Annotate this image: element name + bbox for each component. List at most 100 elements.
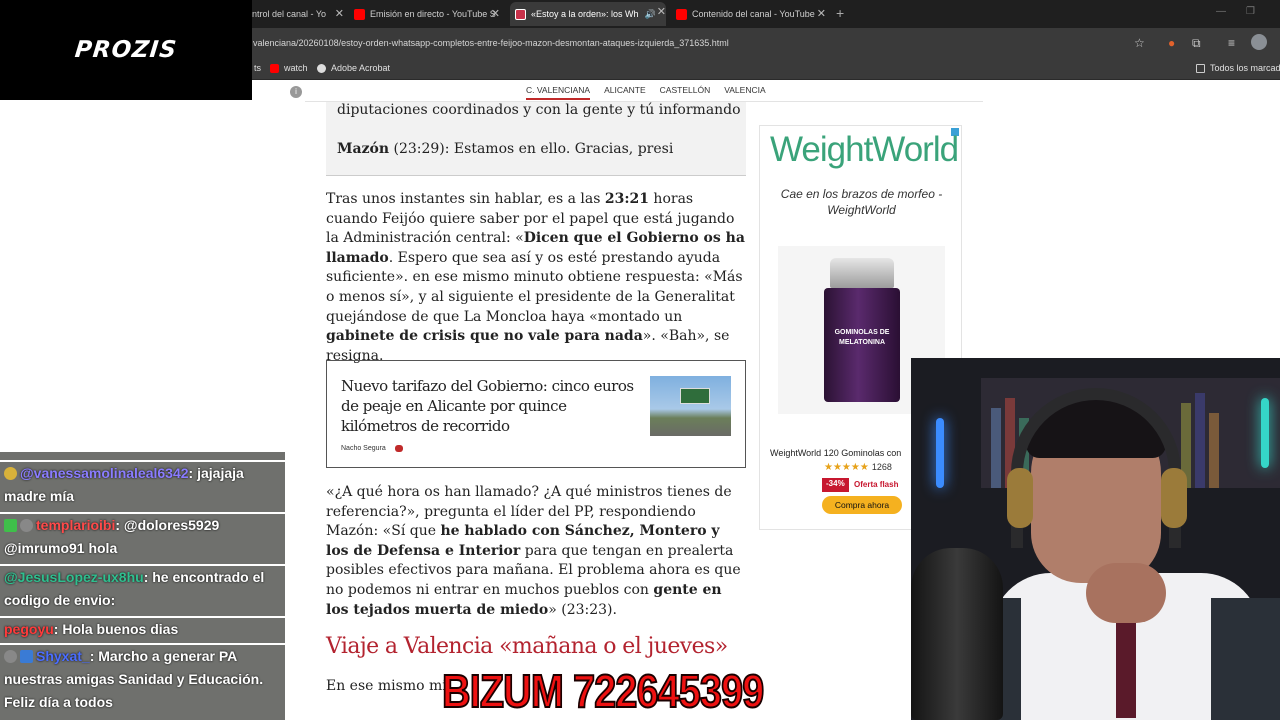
bookmark-watch[interactable]: watch bbox=[270, 63, 308, 73]
bookmark-label: Adobe Acrobat bbox=[331, 63, 391, 73]
tab-live-stream[interactable]: Emisión en directo - YouTube S ✕ bbox=[354, 4, 500, 24]
jar-body: GOMINOLAS DE MELATONINA bbox=[824, 288, 900, 402]
nav-c-valenciana[interactable]: C. VALENCIANA bbox=[526, 85, 591, 100]
member-badge-icon bbox=[4, 467, 17, 480]
discount-badge: -34% bbox=[822, 478, 849, 492]
ad-tagline: Cae en los brazos de morfeo - WeightWorl… bbox=[780, 187, 943, 217]
tab-title: Contenido del canal - YouTube bbox=[692, 9, 815, 19]
folder-icon bbox=[1196, 63, 1205, 73]
jar-label: GOMINOLAS DE MELATONINA bbox=[834, 329, 890, 346]
moderator-badge-icon bbox=[4, 519, 17, 532]
headphones bbox=[1011, 388, 1181, 548]
chat-username[interactable]: @JesusLopez-ux8hu bbox=[4, 569, 144, 585]
bookmark-star-icon[interactable]: ☆ bbox=[1134, 36, 1145, 50]
quote-box: diputaciones coordinados y con la gente … bbox=[326, 102, 746, 176]
speaker-icon[interactable]: 🔊 bbox=[645, 9, 656, 20]
tab-channel-control[interactable]: ntrol del canal - Yo ✕ bbox=[252, 4, 344, 24]
youtube-icon bbox=[354, 8, 365, 20]
screen: ntrol del canal - Yo ✕ Emisión en direct… bbox=[0, 0, 1280, 720]
chat-username[interactable]: @vanessamolinaleal6342 bbox=[20, 465, 189, 481]
rating-count: 1268 bbox=[871, 462, 892, 472]
quote-text: (23:29): Estamos en ello. Gracias, presi bbox=[389, 141, 674, 157]
ad-product-name: WeightWorld 120 Gominolas con bbox=[770, 448, 902, 458]
youtube-icon bbox=[270, 63, 279, 73]
book bbox=[991, 408, 1001, 488]
headphone-cup bbox=[1161, 468, 1187, 528]
ad-brand-logo: WeightWorld bbox=[770, 130, 959, 169]
sponsor-logo-box: PROZIS bbox=[0, 0, 252, 100]
nav-castellon[interactable]: CASTELLÓN bbox=[660, 85, 711, 100]
all-bookmarks[interactable]: Todos los marcado bbox=[1196, 63, 1280, 73]
extensions-puzzle-icon[interactable]: ⧉ bbox=[1192, 36, 1201, 51]
member-badge-icon bbox=[4, 650, 17, 663]
media-controls-icon[interactable]: ≡ bbox=[1228, 36, 1235, 50]
bookmark-label: Todos los marcado bbox=[1210, 63, 1280, 73]
close-icon[interactable]: ✕ bbox=[335, 7, 344, 20]
sponsor-logo: PROZIS bbox=[73, 37, 179, 63]
tab-title: Emisión en directo - YouTube S bbox=[370, 9, 496, 19]
bookmark-label: watch bbox=[284, 63, 308, 73]
close-icon[interactable]: ✕ bbox=[817, 7, 826, 20]
extension-icon[interactable]: ● bbox=[1168, 36, 1175, 50]
text-bold: 23:21 bbox=[604, 191, 649, 207]
url-field[interactable]: valenciana/20260108/estoy-orden-whatsapp… bbox=[253, 38, 729, 48]
tab-title: «Estoy a la orden»: los Wh bbox=[531, 9, 639, 19]
bizum-banner: BIZUM 722645399 bbox=[441, 664, 765, 718]
chat-message: templarioibi: @dolores5929 @imrumo91 hol… bbox=[0, 514, 285, 564]
book bbox=[1209, 413, 1219, 488]
led-light bbox=[936, 418, 944, 488]
buy-now-button[interactable]: Compra ahora bbox=[822, 496, 902, 514]
chat-username[interactable]: Shyxat_ bbox=[36, 648, 90, 664]
bookmark-acrobat[interactable]: Adobe Acrobat bbox=[317, 63, 390, 73]
quote-line: diputaciones coordinados y con la gente … bbox=[337, 102, 741, 118]
led-light bbox=[1261, 398, 1269, 468]
nav-alicante[interactable]: ALICANTE bbox=[604, 85, 646, 100]
paragraph: Tras unos instantes sin hablar, es a las… bbox=[326, 190, 746, 366]
chat-username[interactable]: pegoyu bbox=[4, 621, 54, 637]
road-sign bbox=[680, 388, 710, 404]
chat-scroll-edge bbox=[0, 452, 285, 460]
related-title[interactable]: Nuevo tarifazo del Gobierno: cinco euros… bbox=[341, 376, 637, 436]
person-jacket bbox=[1211, 598, 1280, 720]
nav-valencia[interactable]: VALENCIA bbox=[724, 85, 765, 100]
tab-article[interactable]: «Estoy a la orden»: los Wh 🔊 ✕ bbox=[510, 2, 666, 26]
chat-text: : Hola buenos dias bbox=[53, 621, 179, 637]
maximize-icon[interactable]: ❐ bbox=[1246, 6, 1255, 17]
youtube-icon bbox=[676, 8, 687, 20]
ad-rating: ★★★★★ 1268 bbox=[824, 462, 892, 473]
webcam-feed bbox=[911, 358, 1280, 720]
quote-line: Mazón (23:29): Estamos en ello. Gracias,… bbox=[337, 141, 673, 157]
related-thumbnail[interactable] bbox=[650, 376, 731, 436]
paragraph: «¿A qué hora os han llamado? ¿A qué mini… bbox=[326, 483, 746, 620]
jar-lid bbox=[830, 258, 894, 288]
info-icon[interactable]: i bbox=[290, 86, 302, 98]
star-icons: ★★★★★ bbox=[824, 462, 869, 473]
related-article-card[interactable]: Nuevo tarifazo del Gobierno: cinco euros… bbox=[326, 360, 746, 468]
text: Tras unos instantes sin hablar, es a las bbox=[326, 191, 605, 207]
minimize-icon[interactable]: — bbox=[1216, 6, 1226, 17]
verified-badge-icon bbox=[20, 650, 33, 663]
text: . Espero que sea así y os esté prestando… bbox=[326, 249, 743, 325]
member-badge-icon bbox=[20, 519, 33, 532]
chat-message: Shyxat_: Marcho a generar PA nuestras am… bbox=[0, 645, 285, 720]
section-heading: Viaje a Valencia «mañana o el jueves» bbox=[326, 634, 728, 659]
tab-title: ntrol del canal - Yo bbox=[252, 9, 327, 19]
text: » (23:23). bbox=[548, 601, 617, 618]
book bbox=[1195, 393, 1205, 488]
site-icon bbox=[515, 8, 526, 20]
close-icon[interactable]: ✕ bbox=[491, 7, 500, 20]
new-tab-button[interactable]: + bbox=[836, 5, 844, 21]
quote-speaker: Mazón bbox=[337, 141, 390, 157]
headphone-cup bbox=[1007, 468, 1033, 528]
flash-offer: Oferta flash bbox=[854, 480, 899, 489]
chat-message: pegoyu: Hola buenos dias bbox=[0, 618, 285, 643]
comment-icon[interactable] bbox=[395, 445, 403, 452]
close-icon[interactable]: ✕ bbox=[657, 5, 666, 18]
profile-avatar[interactable] bbox=[1251, 34, 1267, 50]
tab-channel-content[interactable]: Contenido del canal - YouTube ✕ bbox=[676, 4, 826, 24]
site-nav: C. VALENCIANA ALICANTE CASTELLÓN VALENCI… bbox=[526, 85, 766, 100]
person-hand bbox=[1086, 563, 1166, 623]
bookmark-item[interactable]: ts bbox=[254, 63, 261, 73]
chat-username[interactable]: templarioibi bbox=[36, 517, 115, 533]
globe-icon bbox=[317, 63, 326, 73]
